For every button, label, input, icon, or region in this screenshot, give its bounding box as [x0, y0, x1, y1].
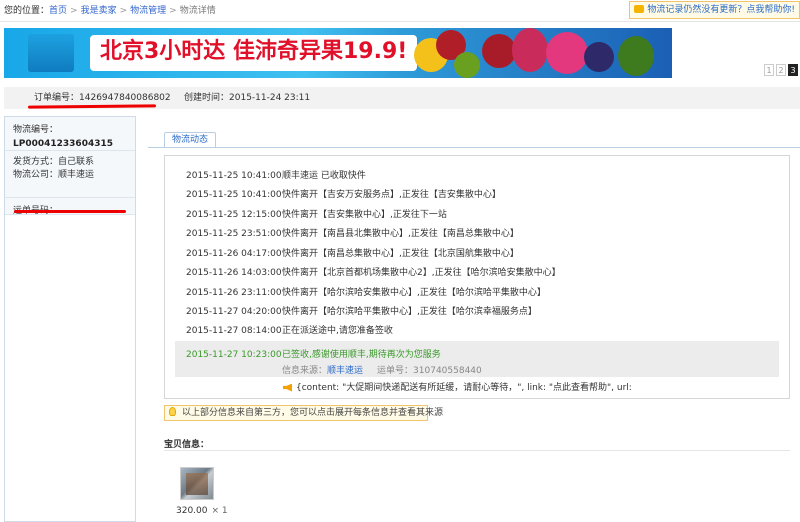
event-text: 正在派送途中,请您准备签收 — [282, 326, 393, 336]
tracking-event: 2015-11-27 08:14:00正在派送途中,请您准备签收 — [186, 325, 393, 337]
latest-event-text: 已签收,感谢使用顺丰,期待再次为您服务 — [282, 350, 441, 360]
promo-banner[interactable]: 北京3小时达 佳沛奇异果19.9! — [4, 28, 672, 78]
sidebar-blank-area — [5, 214, 135, 521]
event-text: 快件离开【哈尔滨哈平集散中心】,正发往【哈尔滨幸福服务点】 — [282, 307, 537, 317]
logistics-sidebar: 物流编号： LP00041233604315 发货方式：自己联系 物流公司：顺丰… — [4, 116, 136, 522]
tracking-panel: 2015-11-25 10:41:00顺丰速运 已收取快件 2015-11-25… — [164, 155, 790, 399]
breadcrumb-separator: > — [70, 6, 78, 16]
tracking-event: 2015-11-26 04:17:00快件离开【南昌总集散中心】,正发往【北京国… — [186, 248, 519, 260]
order-created: 创建时间：2015-11-24 23:11 — [184, 87, 310, 109]
breadcrumb: 您的位置：首页 > 我是卖家 > 物流管理 > 物流详情 — [4, 4, 216, 18]
tracking-event: 2015-11-25 12:15:00快件离开【吉安集散中心】,正发往下一站 — [186, 209, 447, 221]
tracking-event: 2015-11-25 10:41:00快件离开【吉安万安服务点】,正发往【吉安集… — [186, 189, 501, 201]
event-text: 快件离开【北京首都机场集散中心2】,正发往【哈尔滨哈安集散中心】 — [282, 268, 561, 278]
divider — [164, 450, 790, 451]
tracking-latest-event: 2015-11-27 10:23:00已签收,感谢使用顺丰,期待再次为您服务 信… — [175, 341, 779, 377]
goods-thumbnail-image — [186, 473, 208, 495]
banner-box-graphic — [28, 34, 74, 72]
event-time: 2015-11-26 23:11:00 — [186, 288, 282, 298]
banner-fruit — [584, 42, 614, 72]
event-text: 快件离开【南昌县北集散中心】,正发往【南昌总集散中心】 — [282, 229, 519, 239]
banner-pager: 123 — [762, 64, 798, 76]
event-time: 2015-11-27 08:14:00 — [186, 326, 282, 336]
pager-page-3[interactable]: 3 — [788, 64, 798, 76]
logistics-company: 物流公司：顺丰速运 — [13, 170, 95, 180]
logistics-number-label: 物流编号： — [13, 125, 59, 135]
help-link[interactable]: 物流记录仍然没有更新？点我帮助你! — [647, 5, 795, 15]
help-link-box[interactable]: 物流记录仍然没有更新？点我帮助你! — [629, 1, 800, 19]
snippet-text: {content: "大促期间快递配送有所延缓，请耐心等待，", link: "… — [296, 383, 632, 393]
order-number-label: 订单编号： — [34, 93, 80, 103]
pager-page-2[interactable]: 2 — [776, 64, 786, 76]
banner-fruit — [454, 52, 480, 78]
goods-title: 宝贝信息： — [164, 440, 210, 450]
event-time: 2015-11-26 14:03:00 — [186, 268, 282, 278]
latest-event-time: 2015-11-27 10:23:00 — [186, 350, 282, 360]
pager-page-1[interactable]: 1 — [764, 64, 774, 76]
latest-event-line: 2015-11-27 10:23:00已签收,感谢使用顺丰,期待再次为您服务 — [186, 347, 441, 360]
goods-price: 320.00 — [176, 506, 208, 516]
breadcrumb-logistics[interactable]: 物流管理 — [130, 6, 166, 16]
tracking-event: 2015-11-25 23:51:00快件离开【南昌县北集散中心】,正发往【南昌… — [186, 228, 519, 240]
shipping-details: 发货方式：自己联系 物流公司：顺丰速运 — [5, 151, 135, 195]
breadcrumb-current: 物流详情 — [179, 6, 216, 16]
goods-thumbnail[interactable] — [180, 467, 214, 500]
latest-waybill-label: 运单号： — [377, 366, 414, 376]
goods-price-qty: 320.00 × 1 — [176, 506, 228, 516]
order-number-value: 1426947840086802 — [79, 93, 171, 103]
notice-snippet: {content: "大促期间快递配送有所延缓，请耐心等待，", link: "… — [283, 380, 632, 393]
event-time: 2015-11-27 04:20:00 — [186, 307, 282, 317]
tracking-event: 2015-11-27 04:20:00快件离开【哈尔滨哈平集散中心】,正发往【哈… — [186, 306, 537, 318]
event-time: 2015-11-26 04:17:00 — [186, 249, 282, 259]
latest-waybill-value: 310740558440 — [413, 366, 482, 376]
breadcrumb-home[interactable]: 首页 — [49, 6, 67, 16]
notice-text: 以上部分信息来自第三方，您可以点击展开每条信息并查看其来源 — [182, 408, 444, 418]
bulb-icon — [169, 407, 176, 416]
red-underline-annotation — [14, 210, 126, 213]
tab-divider — [148, 147, 800, 148]
event-time: 2015-11-25 12:15:00 — [186, 210, 282, 220]
event-text: 顺丰速运 已收取快件 — [282, 171, 366, 181]
breadcrumb-seller[interactable]: 我是卖家 — [81, 6, 117, 16]
help-icon — [634, 4, 645, 13]
event-time: 2015-11-25 23:51:00 — [186, 229, 282, 239]
event-text: 快件离开【吉安集散中心】,正发往下一站 — [282, 210, 447, 220]
event-time: 2015-11-25 10:41:00 — [186, 171, 282, 181]
order-created-label: 创建时间： — [184, 93, 230, 103]
tracking-event: 2015-11-26 14:03:00快件离开【北京首都机场集散中心2】,正发往… — [186, 267, 561, 279]
ship-method: 发货方式：自己联系 — [13, 157, 95, 167]
breadcrumb-prefix: 您的位置： — [4, 6, 50, 16]
breadcrumb-separator: > — [169, 6, 177, 16]
logistics-number-section: 物流编号： LP00041233604315 — [5, 117, 135, 151]
divider — [0, 21, 800, 22]
banner-fruit — [546, 32, 588, 74]
logistics-number-value: LP00041233604315 — [13, 139, 114, 149]
banner-fruit — [618, 36, 654, 76]
event-text: 快件离开【南昌总集散中心】,正发往【北京国航集散中心】 — [282, 249, 519, 259]
breadcrumb-separator: > — [119, 6, 128, 16]
event-time: 2015-11-25 10:41:00 — [186, 190, 282, 200]
banner-headline: 北京3小时达 佳沛奇异果19.9! — [90, 35, 418, 71]
source-link[interactable]: 顺丰速运 — [327, 366, 363, 376]
event-text: 快件离开【吉安万安服务点】,正发往【吉安集散中心】 — [282, 190, 501, 200]
speaker-icon — [283, 383, 292, 392]
banner-fruit — [482, 34, 516, 68]
event-text: 快件离开【哈尔滨哈安集散中心】,正发往【哈尔滨哈平集散中心】 — [282, 288, 546, 298]
tracking-event: 2015-11-25 10:41:00顺丰速运 已收取快件 — [186, 170, 366, 182]
order-created-value: 2015-11-24 23:11 — [229, 93, 311, 103]
source-label: 信息来源： — [282, 366, 328, 376]
goods-qty: × 1 — [211, 506, 228, 516]
third-party-notice: 以上部分信息来自第三方，您可以点击展开每条信息并查看其来源 — [164, 405, 443, 421]
latest-event-source: 信息来源：顺丰速运 运单号：310740558440 — [282, 363, 482, 376]
tab-logistics-updates[interactable]: 物流动态 — [164, 132, 216, 148]
banner-fruit — [512, 28, 548, 72]
tracking-event: 2015-11-26 23:11:00快件离开【哈尔滨哈安集散中心】,正发往【哈… — [186, 287, 546, 299]
